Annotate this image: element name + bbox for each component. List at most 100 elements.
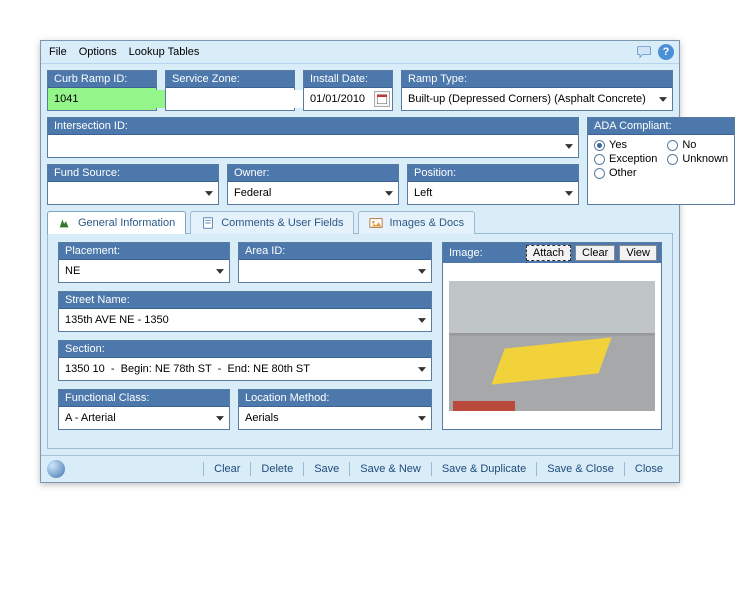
tab-general-label: General Information	[78, 217, 175, 229]
placement-group: Placement:	[58, 242, 230, 283]
fund-source-input[interactable]	[50, 184, 200, 202]
intersection-id-input[interactable]	[50, 137, 560, 155]
chevron-down-icon[interactable]	[213, 263, 227, 279]
chevron-down-icon[interactable]	[415, 312, 429, 328]
chevron-down-icon[interactable]	[415, 263, 429, 279]
image-thumbnail	[449, 281, 655, 411]
placement-label: Placement:	[59, 243, 229, 260]
ada-yes-label: Yes	[609, 139, 627, 151]
street-name-input[interactable]	[61, 311, 413, 329]
ada-option-yes[interactable]: Yes	[594, 139, 657, 151]
fund-source-group: Fund Source:	[47, 164, 219, 205]
chevron-down-icon[interactable]	[202, 185, 216, 201]
install-date-input[interactable]	[306, 90, 372, 108]
section-input[interactable]	[61, 360, 413, 378]
info-icon	[58, 216, 72, 230]
owner-input[interactable]	[230, 184, 380, 202]
section-label: Section:	[59, 341, 431, 358]
ada-compliant-panel: ADA Compliant: Yes No Exception	[587, 117, 735, 205]
chevron-down-icon[interactable]	[415, 361, 429, 377]
image-panel: Image: Attach Clear View	[442, 242, 662, 430]
globe-icon[interactable]	[47, 460, 65, 478]
ada-unknown-label: Unknown	[682, 153, 728, 165]
ada-other-label: Other	[609, 167, 637, 179]
area-id-input[interactable]	[241, 262, 413, 280]
functional-class-label: Functional Class:	[59, 390, 229, 407]
chevron-down-icon[interactable]	[213, 410, 227, 426]
clear-button[interactable]: Clear	[575, 245, 615, 261]
tabs: General Information Comments & User Fiel…	[47, 211, 673, 234]
ada-compliant-label: ADA Compliant:	[588, 118, 734, 135]
owner-group: Owner:	[227, 164, 399, 205]
view-button[interactable]: View	[619, 245, 657, 261]
position-input[interactable]	[410, 184, 560, 202]
image-icon	[369, 216, 383, 230]
radio-icon	[594, 154, 605, 165]
curb-ramp-id-label: Curb Ramp ID:	[48, 71, 156, 88]
radio-icon	[594, 168, 605, 179]
location-method-input[interactable]	[241, 409, 413, 427]
radio-icon	[667, 154, 678, 165]
curb-ramp-id-group: Curb Ramp ID:	[47, 70, 157, 111]
chevron-down-icon[interactable]	[562, 185, 576, 201]
ada-option-other[interactable]: Other	[594, 167, 657, 179]
help-icon[interactable]: ?	[657, 43, 675, 61]
fund-source-label: Fund Source:	[48, 165, 218, 182]
chevron-down-icon[interactable]	[562, 138, 576, 154]
position-group: Position:	[407, 164, 579, 205]
location-method-group: Location Method:	[238, 389, 432, 430]
intersection-id-group: Intersection ID:	[47, 117, 579, 158]
street-name-group: Street Name:	[58, 291, 432, 332]
install-date-label: Install Date:	[304, 71, 392, 88]
ramp-type-input[interactable]	[404, 90, 654, 108]
tab-content-general: Placement: Area ID:	[47, 233, 673, 449]
tab-images-label: Images & Docs	[389, 217, 464, 229]
ada-option-no[interactable]: No	[667, 139, 728, 151]
location-method-label: Location Method:	[239, 390, 431, 407]
area-id-group: Area ID:	[238, 242, 432, 283]
street-name-label: Street Name:	[59, 292, 431, 309]
functional-class-input[interactable]	[61, 409, 211, 427]
service-zone-input[interactable]	[168, 90, 318, 108]
app-window: File Options Lookup Tables ? Curb Ramp I…	[40, 40, 680, 483]
service-zone-group: Service Zone:	[165, 70, 295, 111]
calendar-icon[interactable]	[374, 91, 390, 107]
footer-save-new-button[interactable]: Save & New	[350, 461, 431, 477]
position-label: Position:	[408, 165, 578, 182]
ramp-type-label: Ramp Type:	[402, 71, 672, 88]
menu-lookup-tables[interactable]: Lookup Tables	[125, 44, 204, 60]
chevron-down-icon[interactable]	[656, 91, 670, 107]
footer-clear-button[interactable]: Clear	[204, 461, 250, 477]
image-label: Image:	[447, 247, 522, 259]
area-id-label: Area ID:	[239, 243, 431, 260]
document-icon	[201, 216, 215, 230]
radio-icon	[667, 140, 678, 151]
tab-general-information[interactable]: General Information	[47, 211, 186, 234]
section-group: Section:	[58, 340, 432, 381]
owner-label: Owner:	[228, 165, 398, 182]
tab-images-docs[interactable]: Images & Docs	[358, 211, 475, 234]
form-content: Curb Ramp ID: Service Zone: Install Date…	[41, 64, 679, 455]
footer-save-duplicate-button[interactable]: Save & Duplicate	[432, 461, 536, 477]
footer-delete-button[interactable]: Delete	[251, 461, 303, 477]
ramp-type-group: Ramp Type:	[401, 70, 673, 111]
functional-class-group: Functional Class:	[58, 389, 230, 430]
ada-option-unknown[interactable]: Unknown	[667, 153, 728, 165]
service-zone-label: Service Zone:	[166, 71, 294, 88]
attach-button[interactable]: Attach	[526, 245, 571, 261]
ada-no-label: No	[682, 139, 696, 151]
chevron-down-icon[interactable]	[415, 410, 429, 426]
intersection-id-label: Intersection ID:	[48, 118, 578, 135]
chevron-down-icon[interactable]	[382, 185, 396, 201]
speech-bubble-icon[interactable]	[635, 43, 653, 61]
footer-close-button[interactable]: Close	[625, 461, 673, 477]
ada-option-exception[interactable]: Exception	[594, 153, 657, 165]
menu-options[interactable]: Options	[75, 44, 121, 60]
install-date-group: Install Date:	[303, 70, 393, 111]
tab-comments-user-fields[interactable]: Comments & User Fields	[190, 211, 354, 234]
footer-bar: Clear Delete Save Save & New Save & Dupl…	[41, 455, 679, 482]
footer-save-button[interactable]: Save	[304, 461, 349, 477]
footer-save-close-button[interactable]: Save & Close	[537, 461, 624, 477]
menu-file[interactable]: File	[45, 44, 71, 60]
placement-input[interactable]	[61, 262, 211, 280]
